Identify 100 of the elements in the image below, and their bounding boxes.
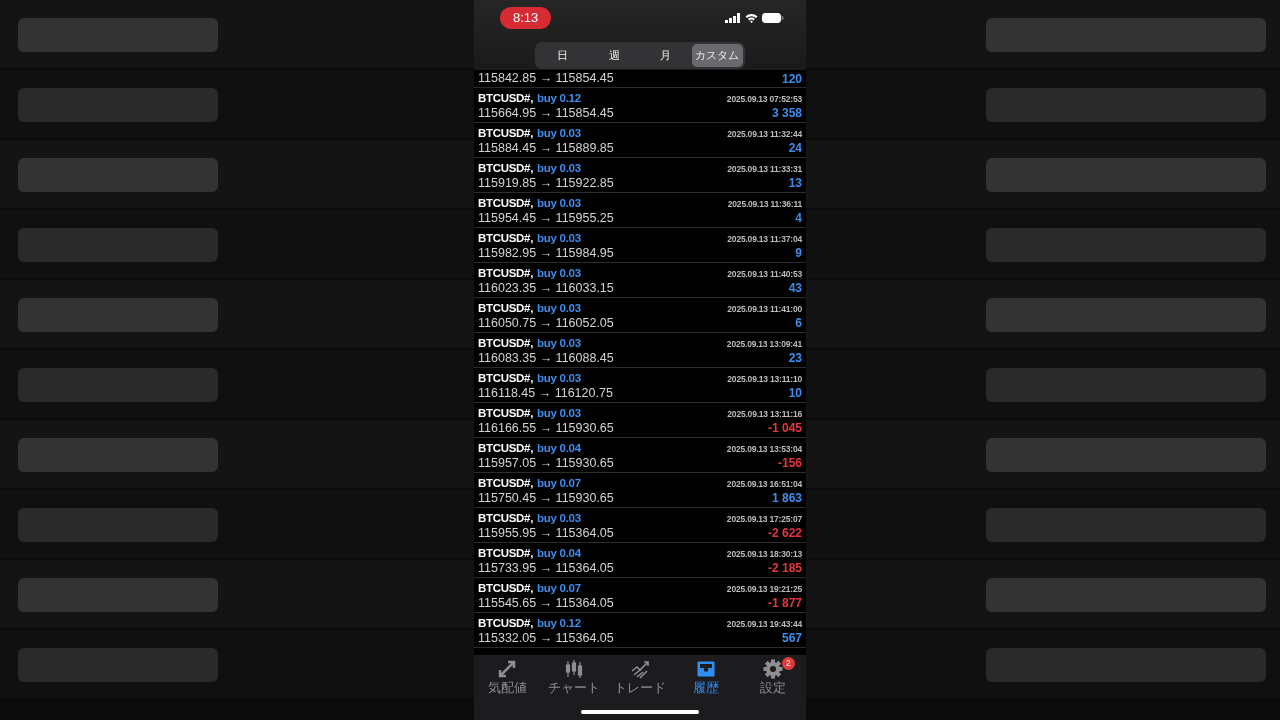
tab-bar-item[interactable]: トレード	[607, 659, 672, 695]
trade-time: 2025.09.13 11:33:31	[727, 163, 802, 176]
order-text: buy 0.03	[537, 127, 581, 139]
order-text: buy 0.03	[537, 302, 581, 314]
period-tab[interactable]: カスタム	[691, 44, 743, 67]
trade-time: 2025.09.13 16:51:04	[726, 478, 802, 491]
signal-icon	[725, 13, 741, 23]
trade-time: 2025.09.13 11:40:53	[727, 268, 802, 281]
trade-time: 2025.09.13 17:25:07	[726, 513, 802, 526]
trade-time: 2025.09.13 11:36:11	[727, 198, 802, 211]
order-text: buy 0.04	[537, 442, 581, 454]
price-text: 115955.95 → 115364.05	[478, 525, 614, 541]
battery-icon	[762, 13, 784, 23]
tab-bar-item[interactable]: 履歴	[674, 659, 739, 695]
order-text: buy 0.03	[537, 337, 581, 349]
trade-time: 2025.09.13 11:37:04	[727, 233, 802, 246]
candlestick-icon	[563, 659, 584, 679]
trade-time: 2025.09.13 19:21:25	[726, 583, 802, 596]
home-indicator[interactable]	[581, 710, 699, 714]
price-text: 116118.45 → 116120.75	[478, 385, 613, 401]
trade-time: 2025.09.13 13:11:10	[727, 373, 802, 386]
tab-bar-item[interactable]: 設定 2	[740, 659, 805, 695]
profit-text: 3 358	[771, 105, 802, 121]
symbol-text: BTCUSD#,	[478, 372, 534, 384]
notification-badge: 2	[781, 657, 795, 670]
price-text: 116083.35 → 116088.45	[478, 350, 614, 366]
order-text: buy 0.12	[537, 617, 581, 629]
tab-bar-item[interactable]: 気配値	[475, 659, 540, 695]
order-text: buy 0.07	[537, 477, 581, 489]
arrows-icon	[497, 659, 518, 679]
price-text: 115664.95 → 115854.45	[478, 105, 614, 121]
profit-text: 4	[795, 210, 802, 226]
profit-text: 10	[788, 385, 802, 401]
symbol-text: BTCUSD#,	[478, 232, 534, 244]
symbol-text: BTCUSD#,	[478, 512, 534, 524]
price-text: 115332.05 → 115364.05	[478, 630, 614, 646]
profit-text: 43	[788, 280, 802, 296]
price-text: 115957.05 → 115930.65	[478, 455, 614, 471]
tab-bar-item[interactable]: チャート	[541, 659, 606, 695]
status-time: 8:13	[500, 7, 552, 29]
symbol-text: BTCUSD#,	[478, 547, 534, 559]
order-text: buy 0.03	[537, 232, 581, 244]
order-text: buy 0.03	[537, 162, 581, 174]
order-text: buy 0.03	[537, 267, 581, 279]
symbol-text: BTCUSD#,	[478, 477, 534, 489]
trade-time: 2025.09.13 13:09:41	[726, 338, 802, 351]
trade-row[interactable]: 115842.85 → 115854.45 120	[474, 70, 806, 88]
profit-text: 9	[795, 245, 802, 261]
order-text: buy 0.07	[537, 582, 581, 594]
inbox-tray-icon	[696, 659, 717, 679]
symbol-text: BTCUSD#,	[478, 197, 534, 209]
profit-text: -1 877	[767, 595, 802, 611]
symbol-text: BTCUSD#,	[478, 337, 534, 349]
period-tab[interactable]: 日	[537, 44, 589, 67]
symbol-text: BTCUSD#,	[478, 617, 534, 629]
order-text: buy 0.03	[537, 372, 581, 384]
symbol-text: BTCUSD#,	[478, 407, 534, 419]
trade-time: 2025.09.13 13:11:16	[727, 408, 802, 421]
symbol-text: BTCUSD#,	[478, 582, 534, 594]
profit-text: 23	[788, 350, 802, 366]
price-text: 115919.85 → 115922.85	[478, 175, 614, 191]
profit-text: -156	[777, 455, 802, 471]
profit-text: -2 622	[767, 525, 802, 541]
symbol-text: BTCUSD#,	[478, 92, 534, 104]
price-text: 116166.55 → 115930.65	[478, 420, 614, 436]
trade-time: 2025.09.13 07:52:53	[726, 93, 802, 106]
trade-time: 2025.09.13 11:32:44	[727, 128, 802, 141]
profit-text: 13	[788, 175, 802, 191]
period-tab[interactable]: 月	[640, 44, 692, 67]
symbol-text: BTCUSD#,	[478, 127, 534, 139]
symbol-text: BTCUSD#,	[478, 162, 534, 174]
symbol-text: BTCUSD#,	[478, 302, 534, 314]
symbol-text: BTCUSD#,	[478, 267, 534, 279]
price-text: 115884.45 → 115889.85	[478, 140, 614, 156]
price-text: 115750.45 → 115930.65	[478, 490, 614, 506]
profit-text: -1 045	[767, 420, 802, 436]
profit-text: 1 863	[771, 490, 802, 506]
wifi-icon	[745, 13, 758, 23]
profit-text: 567	[781, 630, 802, 646]
trade-time: 2025.09.13 18:30:13	[726, 548, 802, 561]
gear-icon	[762, 659, 783, 679]
order-text: buy 0.03	[537, 407, 581, 419]
price-text: 115545.65 → 115364.05	[478, 595, 614, 611]
order-text: buy 0.12	[537, 92, 581, 104]
order-text: buy 0.04	[537, 547, 581, 559]
period-tab[interactable]: 週	[588, 44, 640, 67]
trade-time: 2025.09.13 13:53:04	[726, 443, 802, 456]
trade-time: 2025.09.13 11:41:00	[727, 303, 802, 316]
trend-lines-icon	[629, 659, 650, 679]
profit-text: 24	[788, 140, 802, 156]
price-text: 115982.95 → 115984.95	[478, 245, 614, 261]
price-text: 116050.75 → 116052.05	[478, 315, 614, 331]
profit-text: 120	[781, 70, 802, 88]
price-text: 115733.95 → 115364.05	[478, 560, 614, 576]
price-text: 115954.45 → 115955.25	[478, 210, 614, 226]
symbol-text: BTCUSD#,	[478, 442, 534, 454]
order-text: buy 0.03	[537, 512, 581, 524]
order-text: buy 0.03	[537, 197, 581, 209]
profit-text: 6	[795, 315, 802, 331]
price-text: 115842.85 → 115854.45	[478, 70, 614, 88]
